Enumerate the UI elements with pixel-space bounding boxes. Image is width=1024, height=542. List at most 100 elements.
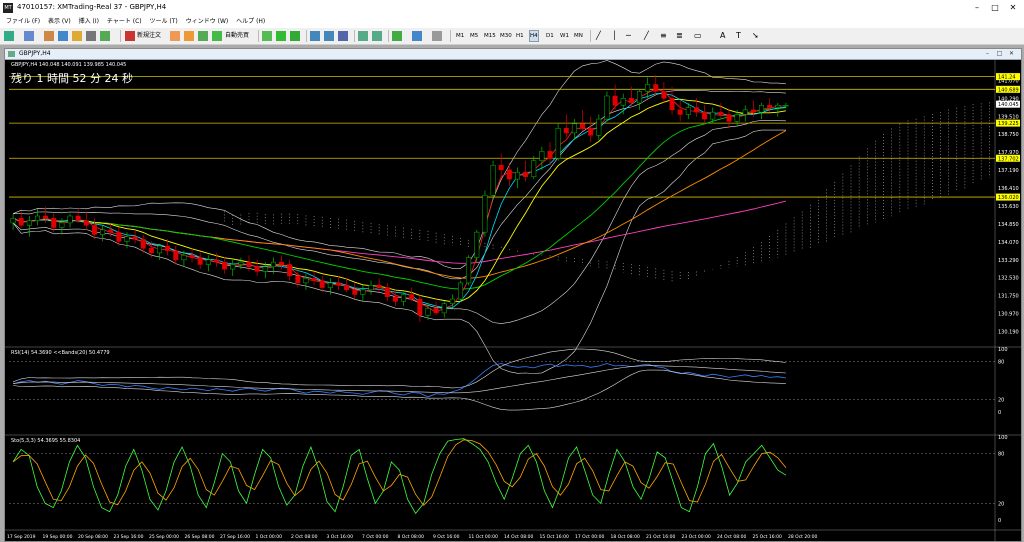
- menu-chart[interactable]: チャート (C): [107, 16, 142, 28]
- trendline-icon[interactable]: ╱: [644, 31, 649, 41]
- rsi-level-label: 100: [998, 347, 1008, 353]
- menu-window[interactable]: ウィンドウ (W): [186, 16, 229, 28]
- auto-trade-button[interactable]: 自動売買: [225, 30, 249, 42]
- vertical-line-icon[interactable]: │: [612, 31, 617, 41]
- menu-tools[interactable]: ツール (T): [150, 16, 178, 28]
- candle-body: [588, 128, 594, 136]
- zoom-in-icon[interactable]: [310, 31, 320, 41]
- timeframe-d1[interactable]: D1: [546, 31, 554, 41]
- candle-body: [392, 296, 398, 302]
- navigator-icon[interactable]: [72, 31, 82, 41]
- terminal-icon[interactable]: [86, 31, 96, 41]
- minimize-button[interactable]: –: [970, 2, 984, 14]
- templates-icon[interactable]: [432, 31, 442, 41]
- candle-body: [230, 264, 236, 270]
- toolbar-separator: [120, 30, 121, 42]
- candle-body: [742, 109, 748, 115]
- candle-body: [571, 123, 577, 134]
- new-chart-icon[interactable]: [4, 31, 14, 41]
- chart-shift-icon[interactable]: [358, 31, 368, 41]
- new-order-button[interactable]: 新規注文: [137, 30, 161, 42]
- bar-countdown-label: 残り 1 時間 52 分 24 秒: [11, 71, 133, 85]
- candle-body: [165, 245, 171, 251]
- signals-icon[interactable]: [184, 31, 194, 41]
- time-tick-label: 21 Oct 16:00: [646, 534, 675, 540]
- close-button[interactable]: ✕: [1006, 2, 1020, 14]
- indicators-icon[interactable]: [392, 31, 402, 41]
- metaeditor-icon[interactable]: [170, 31, 180, 41]
- chart-minimize-button[interactable]: –: [983, 50, 992, 58]
- tile-windows-icon[interactable]: [338, 31, 348, 41]
- level-price-label: 141.24: [998, 75, 1016, 81]
- toolbar-separator: [306, 30, 307, 42]
- arrows-icon[interactable]: ➘: [752, 31, 759, 41]
- menu-file[interactable]: ファイル (F): [6, 16, 40, 28]
- market-watch-icon[interactable]: [44, 31, 54, 41]
- candle-body: [767, 104, 773, 108]
- candle-body: [523, 171, 529, 178]
- candle-body: [759, 104, 765, 113]
- time-tick-label: 7 Oct 00:00: [362, 534, 389, 540]
- periods-icon[interactable]: [412, 31, 422, 41]
- candle-body: [498, 164, 504, 171]
- candle-body: [327, 282, 333, 288]
- price-chart[interactable]: 141.070140.290139.510138.750137.970137.1…: [5, 60, 1021, 541]
- rsi-level-label: 0: [998, 410, 1001, 416]
- chart-close-button[interactable]: ✕: [1007, 50, 1016, 58]
- candle-body: [140, 238, 146, 249]
- label-icon[interactable]: T: [736, 31, 741, 41]
- candle-body: [726, 114, 732, 122]
- price-tick-label: 130.970: [998, 312, 1019, 318]
- timeframe-h4[interactable]: H4: [529, 30, 539, 42]
- data-window-icon[interactable]: [58, 31, 68, 41]
- maximize-button[interactable]: □: [988, 2, 1002, 14]
- timeframe-m1[interactable]: M1: [456, 31, 464, 41]
- candle-body: [490, 164, 496, 196]
- candle-body: [685, 107, 691, 115]
- toolbar-separator: [258, 30, 259, 42]
- channel-icon[interactable]: ≡: [660, 31, 667, 41]
- horizontal-line-icon[interactable]: ─: [626, 31, 631, 41]
- time-tick-label: 25 Sep 00:00: [149, 534, 179, 540]
- timeframe-m30[interactable]: M30: [500, 31, 512, 41]
- line-chart-icon[interactable]: [290, 31, 300, 41]
- moving-average-cyan: [12, 93, 786, 309]
- candle-body: [311, 278, 317, 281]
- zoom-out-icon[interactable]: [324, 31, 334, 41]
- line-tool-icon[interactable]: ╱: [596, 31, 601, 41]
- candle-body: [433, 308, 439, 314]
- candle-body: [148, 248, 154, 254]
- timeframe-mn[interactable]: MN: [574, 31, 583, 41]
- timeframe-m5[interactable]: M5: [470, 31, 478, 41]
- toolbar-separator: [450, 30, 451, 42]
- text-icon[interactable]: A: [720, 31, 725, 41]
- candle-body: [449, 298, 455, 304]
- time-tick-label: 23 Sep 16:00: [114, 534, 144, 540]
- new-order-icon: [125, 31, 135, 41]
- profiles-icon[interactable]: [24, 31, 34, 41]
- price-tick-label: 130.190: [998, 330, 1019, 336]
- candle-body: [18, 218, 24, 226]
- time-tick-label: 20 Sep 08:00: [78, 534, 108, 540]
- bollinger-lower-band: [12, 120, 786, 324]
- timeframe-h1[interactable]: H1: [516, 31, 524, 41]
- rsi-label: RSI(14) 54.3690 <<Bands(20) 50.4779: [11, 350, 110, 356]
- auto-scroll-icon[interactable]: [372, 31, 382, 41]
- timeframe-m15[interactable]: M15: [484, 31, 496, 41]
- timeframe-w1[interactable]: W1: [560, 31, 569, 41]
- title-bar: MT 47010157: XMTrading-Real 37 - GBPJPY,…: [0, 0, 1024, 16]
- time-tick-label: 26 Sep 08:00: [185, 534, 215, 540]
- chart-maximize-button[interactable]: □: [995, 50, 1004, 58]
- menu-view[interactable]: 表示 (V): [48, 16, 71, 28]
- candle-body: [124, 236, 130, 242]
- bar-chart-icon[interactable]: [262, 31, 272, 41]
- menu-insert[interactable]: 挿入 (I): [79, 16, 99, 28]
- rectangle-icon[interactable]: ▭: [694, 31, 702, 41]
- auto-trade-icon: [212, 31, 222, 41]
- candle-body: [417, 298, 423, 316]
- candle-body: [173, 250, 179, 261]
- menu-help[interactable]: ヘルプ (H): [236, 16, 265, 28]
- fibonacci-icon[interactable]: ≣: [676, 31, 683, 41]
- tester-icon[interactable]: [100, 31, 110, 41]
- candlestick-icon[interactable]: [276, 31, 286, 41]
